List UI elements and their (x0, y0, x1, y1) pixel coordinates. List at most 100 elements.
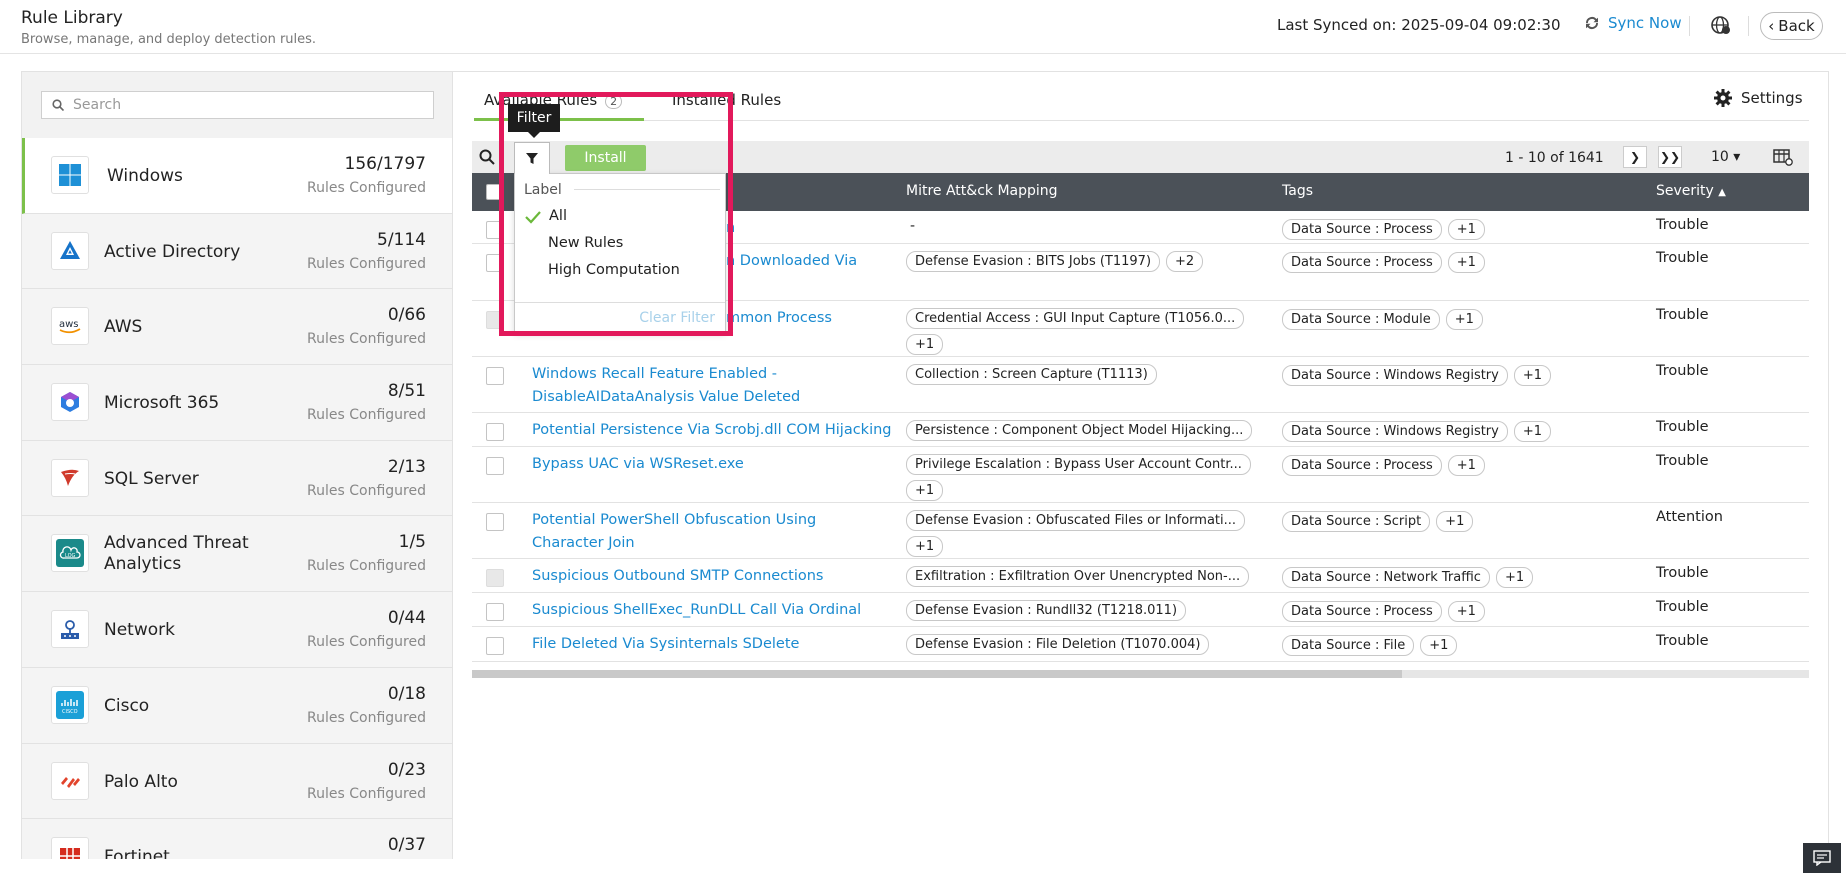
more-pill[interactable]: +1 (1513, 421, 1552, 442)
severity: Trouble (1656, 453, 1709, 469)
sidebar-item-network[interactable]: Network 0/44 Rules Configured (22, 592, 452, 668)
more-pill[interactable]: +1 (1420, 635, 1458, 656)
rule-name-link[interactable]: Potential PowerShell Obfuscation Using C… (532, 509, 887, 555)
search-icon[interactable] (479, 149, 495, 165)
more-pill[interactable]: +1 (906, 536, 944, 557)
ata-icon: LOG (51, 534, 89, 573)
row-checkbox[interactable] (486, 221, 504, 239)
rule-name-link[interactable]: n (726, 217, 906, 240)
more-pill[interactable]: +1 (1445, 309, 1483, 330)
settings-label: Settings (1741, 89, 1803, 107)
settings-button[interactable]: Settings (1713, 88, 1803, 108)
table-row: Potential PowerShell Obfuscation Using C… (472, 503, 1809, 559)
row-checkbox[interactable] (486, 637, 504, 655)
rules-configured-label: Rules Configured (307, 558, 426, 575)
sidebar-item-label: Cisco (104, 695, 150, 716)
clear-filter-link[interactable]: Clear Filter (639, 310, 715, 326)
more-pill[interactable]: +1 (906, 334, 944, 355)
rule-name-link[interactable]: File Deleted Via Sysinternals SDelete (532, 633, 887, 656)
column-tags[interactable]: Tags (1282, 183, 1313, 199)
tag-pill: Data Source : Network Traffic (1282, 567, 1490, 588)
sidebar-item-fortinet[interactable]: Fortinet 0/37 (22, 819, 452, 859)
rule-name-link[interactable]: mmon Process (726, 307, 906, 330)
globe-settings-icon[interactable] (1711, 15, 1731, 35)
tags-cell: Data Source : Process +1 (1282, 455, 1612, 481)
sidebar-item-microsoft-365[interactable]: Microsoft 365 8/51 Rules Configured (22, 365, 452, 441)
per-page-select[interactable]: 10 ▾ (1711, 149, 1740, 165)
rule-name-link[interactable]: n Downloaded Via (726, 250, 906, 273)
row-checkbox[interactable] (486, 254, 504, 272)
more-pill[interactable]: +1 (1447, 252, 1485, 273)
checkmark-icon (525, 211, 541, 224)
sidebar-item-label: Active Directory (104, 241, 241, 262)
chat-button[interactable] (1803, 843, 1841, 873)
rules-count: 156/1797 (344, 154, 426, 174)
row-checkbox[interactable] (486, 513, 504, 531)
scrollbar-thumb[interactable] (472, 670, 1402, 678)
column-severity[interactable]: Severity ▲ (1656, 183, 1726, 199)
row-checkbox[interactable] (486, 367, 504, 385)
tags-cell: Data Source : Windows Registry +1 (1282, 365, 1612, 391)
row-checkbox[interactable] (486, 423, 504, 441)
table-toolbar (472, 141, 1809, 173)
more-pill[interactable]: +1 (1513, 365, 1552, 386)
tag-pill: Data Source : Process (1282, 219, 1442, 240)
rules-configured-label: Rules Configured (307, 255, 426, 272)
rules-configured-label: Rules Configured (307, 785, 426, 802)
more-pill[interactable]: +1 (906, 480, 944, 501)
tag-pill: Data Source : Windows Registry (1282, 421, 1508, 442)
filter-option-high-computation[interactable]: High Computation (548, 262, 680, 278)
back-label: Back (1778, 17, 1815, 35)
filter-option-all[interactable]: All (549, 208, 567, 224)
column-mitre[interactable]: Mitre Att&ck Mapping (906, 183, 1058, 199)
rules-configured-label: Rules Configured (307, 482, 426, 499)
tags-cell: Data Source : Process +1 (1282, 601, 1612, 627)
sidebar-item-palo-alto[interactable]: Palo Alto 0/23 Rules Configured (22, 743, 452, 820)
more-pill[interactable]: +1 (1447, 455, 1485, 476)
rule-name-link[interactable]: Potential Persistence Via Scrobj.dll COM… (532, 419, 902, 442)
select-all-checkbox[interactable] (486, 184, 502, 200)
tag-pill: Data Source : Process (1282, 455, 1442, 476)
more-pill[interactable]: +2 (1166, 251, 1204, 272)
svg-text:CISCO: CISCO (62, 709, 78, 715)
back-button[interactable]: ‹ Back (1760, 12, 1823, 40)
last-page-button[interactable]: ❯❯ (1658, 146, 1682, 168)
install-button[interactable]: Install (565, 145, 646, 171)
row-checkbox[interactable] (486, 603, 504, 621)
sidebar-item-sql-server[interactable]: SQL Server 2/13 Rules Configured (22, 440, 452, 517)
filter-option-new-rules[interactable]: New Rules (548, 235, 623, 251)
sidebar-item-advanced-threat-analytics[interactable]: LOG Advanced Threat Analytics 1/5 Rules … (22, 516, 452, 593)
more-pill[interactable]: +1 (1447, 601, 1485, 622)
rules-configured-label: Rules Configured (307, 407, 426, 424)
search-input[interactable] (73, 97, 413, 113)
row-checkbox[interactable] (486, 457, 504, 475)
search-icon (52, 99, 64, 111)
table-row: Windows Recall Feature Enabled - Disable… (472, 357, 1809, 413)
sync-now-button[interactable]: Sync Now (1583, 14, 1682, 32)
more-pill[interactable]: +1 (1436, 511, 1474, 532)
sidebar-item-active-directory[interactable]: Active Directory 5/114 Rules Configured (22, 213, 452, 290)
rules-count: 0/23 (387, 759, 426, 780)
more-pill[interactable]: +1 (1495, 567, 1534, 588)
next-page-button[interactable]: ❯ (1623, 146, 1647, 168)
rules-configured-label: Rules Configured (307, 331, 426, 348)
filter-button[interactable] (514, 142, 550, 174)
tab-installed-rules[interactable]: Installed Rules (672, 91, 781, 109)
more-pill[interactable]: +1 (1447, 219, 1485, 240)
sidebar-item-label: Network (104, 620, 175, 641)
row-checkbox[interactable] (486, 569, 504, 587)
sync-now-label: Sync Now (1608, 14, 1682, 32)
rule-name-link[interactable]: Bypass UAC via WSReset.exe (532, 453, 887, 476)
sidebar-item-cisco[interactable]: CISCO Cisco 0/18 Rules Configured (22, 667, 452, 744)
row-checkbox[interactable] (486, 311, 504, 329)
rule-name-link[interactable]: Suspicious ShellExec_RunDLL Call Via Ord… (532, 599, 887, 622)
rule-name-link[interactable]: Windows Recall Feature Enabled - Disable… (532, 363, 832, 409)
rules-count: 2/13 (387, 456, 426, 477)
sidebar-item-windows[interactable]: Windows 156/1797 Rules Configured (22, 138, 452, 214)
sidebar-item-aws[interactable]: aws AWS 0/66 Rules Configured (22, 289, 452, 366)
column-settings-icon[interactable] (1773, 148, 1793, 166)
filter-dropdown: Label All New Rules High Computation Cle… (514, 173, 726, 333)
sidebar-item-label: SQL Server (104, 468, 199, 489)
rule-name-link[interactable]: Suspicious Outbound SMTP Connections (532, 565, 887, 588)
horizontal-scrollbar[interactable] (472, 670, 1809, 678)
